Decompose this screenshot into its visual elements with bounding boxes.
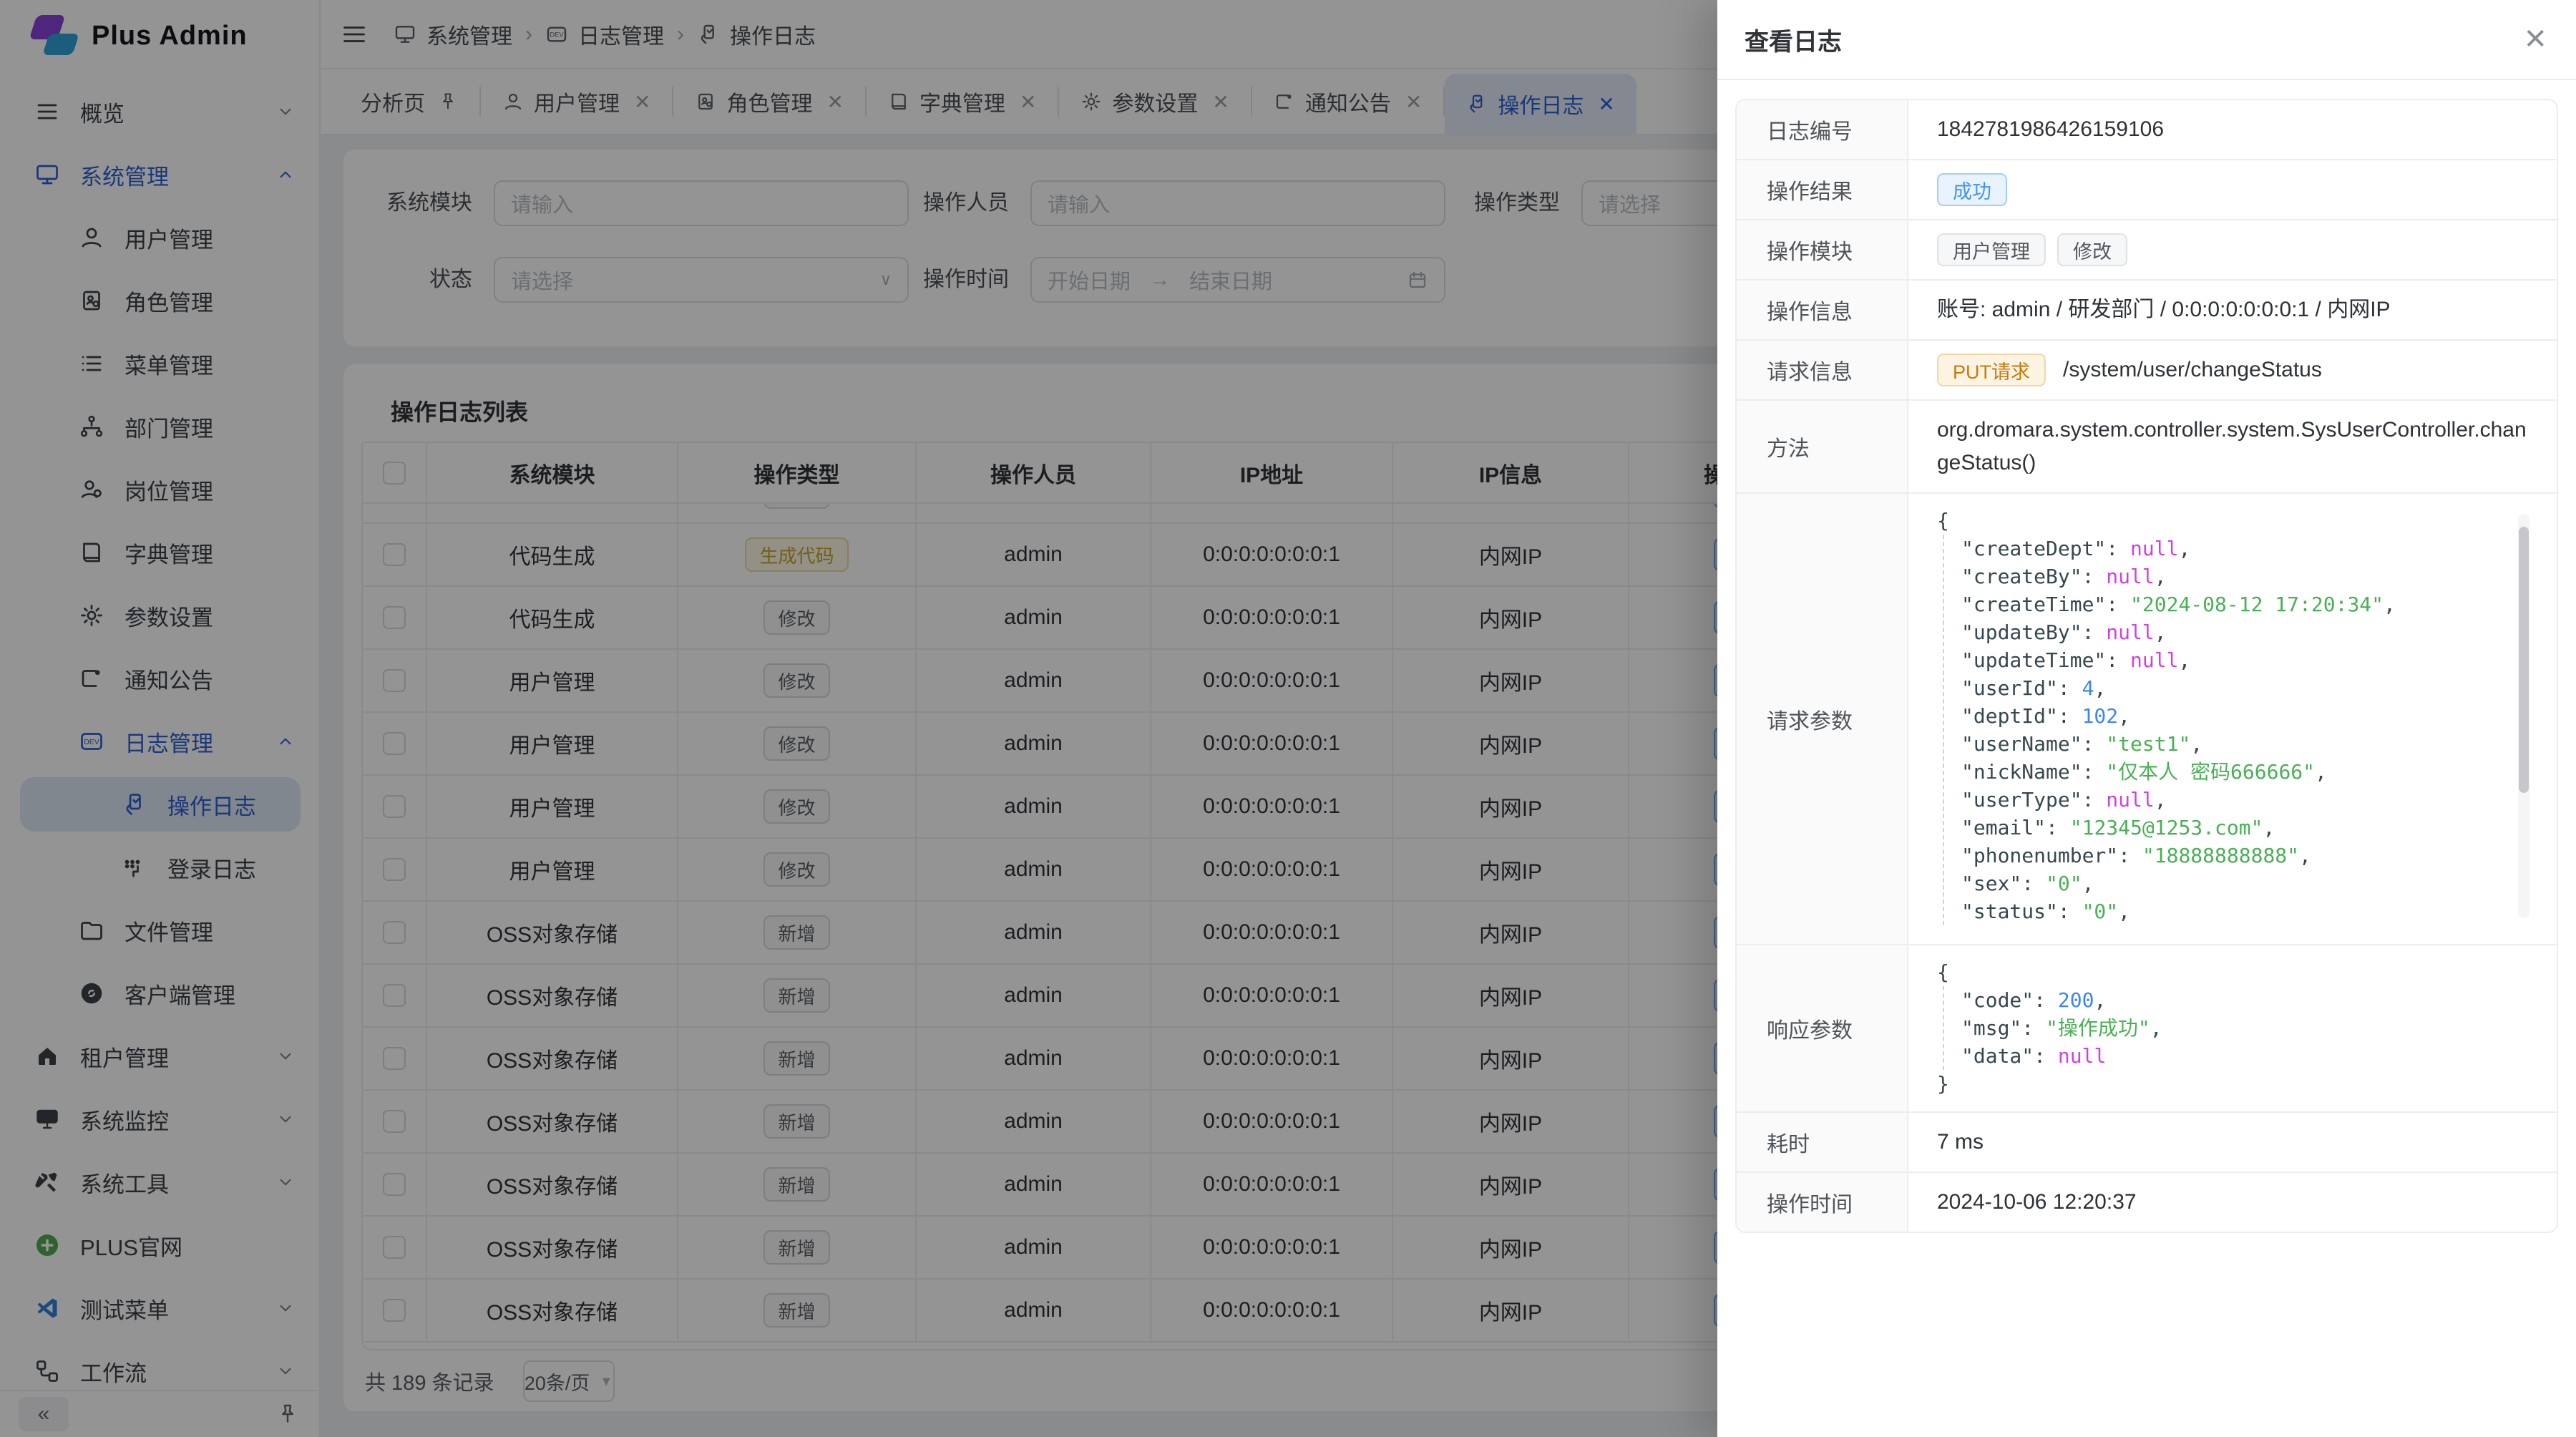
json-line: "createDept": null, [1937,535,2531,562]
json-line: "updateTime": null, [1937,646,2531,674]
detail-value: {"createDept": null,"createBy": null,"cr… [1908,494,2557,944]
app-root: Plus Admin 概览系统管理用户管理角色管理菜单管理部门管理岗位管理字典管… [0,0,2576,1437]
json-line: "code": 200, [1937,986,2531,1014]
close-icon[interactable]: ✕ [2523,25,2547,54]
view-log-drawer: 查看日志 ✕ 日志编号1842781986426159106操作结果成功操作模块… [1717,0,2576,1437]
json-line: "deptId": 102, [1937,702,2531,730]
detail-label: 操作信息 [1737,281,1908,339]
detail-row: 操作模块用户管理修改 [1737,219,2557,279]
detail-label: 请求信息 [1737,341,1908,399]
detail-value: 账号: admin / 研发部门 / 0:0:0:0:0:0:0:1 / 内网I… [1908,281,2557,339]
detail-label: 操作时间 [1737,1173,1908,1232]
json-line: "sex": "0", [1937,869,2531,897]
detail-text: 1842781986426159106 [1937,113,2164,146]
module-badge: 用户管理 [1937,233,2046,266]
request-url: /system/user/changeStatus [2063,358,2322,382]
detail-label: 日志编号 [1737,100,1908,159]
scrollbar-track [2518,514,2529,918]
detail-text: org.dromara.system.controller.system.Sys… [1937,414,2531,479]
detail-row: 请求信息PUT请求/system/user/changeStatus [1737,339,2557,399]
detail-value: 1842781986426159106 [1908,100,2557,159]
detail-row: 方法 org.dromara.system.controller.system.S… [1737,399,2557,492]
detail-row: 请求参数{"createDept": null,"createBy": null… [1737,492,2557,944]
detail-row: 操作结果成功 [1737,159,2557,219]
detail-text: 2024-10-06 12:20:37 [1937,1186,2137,1219]
json-line: } [1937,1070,2531,1098]
detail-text: 7 ms [1937,1126,1984,1159]
detail-label: 耗时 [1737,1113,1908,1171]
json-line: "msg": "操作成功", [1937,1014,2531,1042]
json-line: "userId": 4, [1937,674,2531,702]
json-wrap: {"createDept": null,"createBy": null,"cr… [1937,507,2531,925]
json-line: "data": null [1937,1042,2531,1070]
json-line: "nickName": "仅本人 密码666666", [1937,758,2531,786]
detail-label: 方法 [1737,401,1908,492]
json-line: "updateBy": null, [1937,618,2531,646]
detail-label: 操作结果 [1737,160,1908,219]
detail-row: 操作时间 2024-10-06 12:20:37 [1737,1171,2557,1232]
detail-value: 7 ms [1908,1113,2557,1171]
json-line: { [1937,958,2531,986]
json-line: { [1937,507,2531,535]
detail-label: 请求参数 [1737,494,1908,944]
detail-row: 响应参数{"code": 200,"msg": "操作成功","data": n… [1737,944,2557,1111]
detail-row: 日志编号 1842781986426159106 [1737,100,2557,159]
json-line: "userType": null, [1937,786,2531,814]
indent-guide [1943,535,1944,925]
json-line: "userName": "test1", [1937,730,2531,758]
detail-text: 账号: admin / 研发部门 / 0:0:0:0:0:0:0:1 / 内网I… [1937,293,2391,326]
detail-label: 响应参数 [1737,945,1908,1111]
json-block: {"code": 200,"msg": "操作成功","data": null} [1937,958,2531,1098]
http-method-badge: PUT请求 [1937,354,2046,386]
detail-value: 成功 [1908,160,2557,219]
detail-label: 操作模块 [1737,220,1908,279]
json-line: "email": "12345@1253.com", [1937,814,2531,842]
json-line: "status": "0", [1937,897,2531,925]
detail-value: org.dromara.system.controller.system.Sys… [1908,401,2557,492]
module-badge: 修改 [2057,233,2127,266]
json-block: {"createDept": null,"createBy": null,"cr… [1937,507,2531,925]
module-badges: 用户管理修改 [1937,233,2127,266]
scrollbar-thumb[interactable] [2519,527,2529,793]
log-detail-table: 日志编号1842781986426159106操作结果成功操作模块用户管理修改操… [1735,99,2558,1233]
indent-guide [1943,986,1944,1070]
drawer-title: 查看日志 [1745,22,1842,57]
drawer-header: 查看日志 ✕ [1717,0,2576,80]
detail-value: 用户管理修改 [1908,220,2557,279]
json-wrap: {"code": 200,"msg": "操作成功","data": null} [1937,958,2531,1098]
detail-row: 操作信息账号: admin / 研发部门 / 0:0:0:0:0:0:0:1 /… [1737,279,2557,339]
result-badge: 成功 [1937,173,2007,206]
json-line: "createBy": null, [1937,562,2531,590]
modal-overlay[interactable] [0,0,1717,1437]
detail-value: 2024-10-06 12:20:37 [1908,1173,2557,1232]
detail-value: {"code": 200,"msg": "操作成功","data": null} [1908,945,2557,1111]
detail-row: 耗时 7 ms [1737,1111,2557,1171]
json-line: "createTime": "2024-08-12 17:20:34", [1937,590,2531,618]
json-line: "phonenumber": "18888888888", [1937,842,2531,869]
detail-value: PUT请求/system/user/changeStatus [1908,341,2557,399]
